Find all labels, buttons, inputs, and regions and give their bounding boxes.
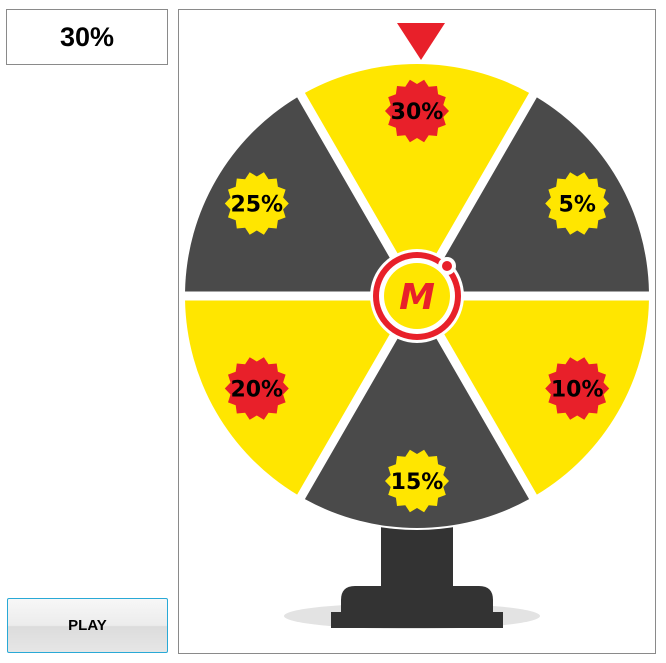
wheel-hub: M <box>370 249 464 343</box>
segment-label: 30% <box>391 100 444 125</box>
segment-label: 20% <box>230 378 283 403</box>
stand-foot <box>331 612 503 628</box>
segment-label: 10% <box>551 378 604 403</box>
result-text: 30% <box>59 21 115 52</box>
segment-label: 25% <box>230 193 283 218</box>
wheel-panel: 30% 5% 10% 15% 20% 25% M <box>178 9 656 654</box>
segment-label: 5% <box>559 193 596 218</box>
stand-base <box>341 586 493 616</box>
result-display: 30% <box>6 9 168 65</box>
segment-label: 15% <box>391 470 444 495</box>
play-button[interactable]: PLAY <box>7 598 168 653</box>
hub-logo: M <box>399 277 435 318</box>
play-button-label: PLAY <box>68 617 107 634</box>
stand-post <box>381 522 453 592</box>
prize-wheel: 30% 5% 10% 15% 20% 25% M <box>183 23 651 629</box>
pointer-icon <box>397 23 445 60</box>
